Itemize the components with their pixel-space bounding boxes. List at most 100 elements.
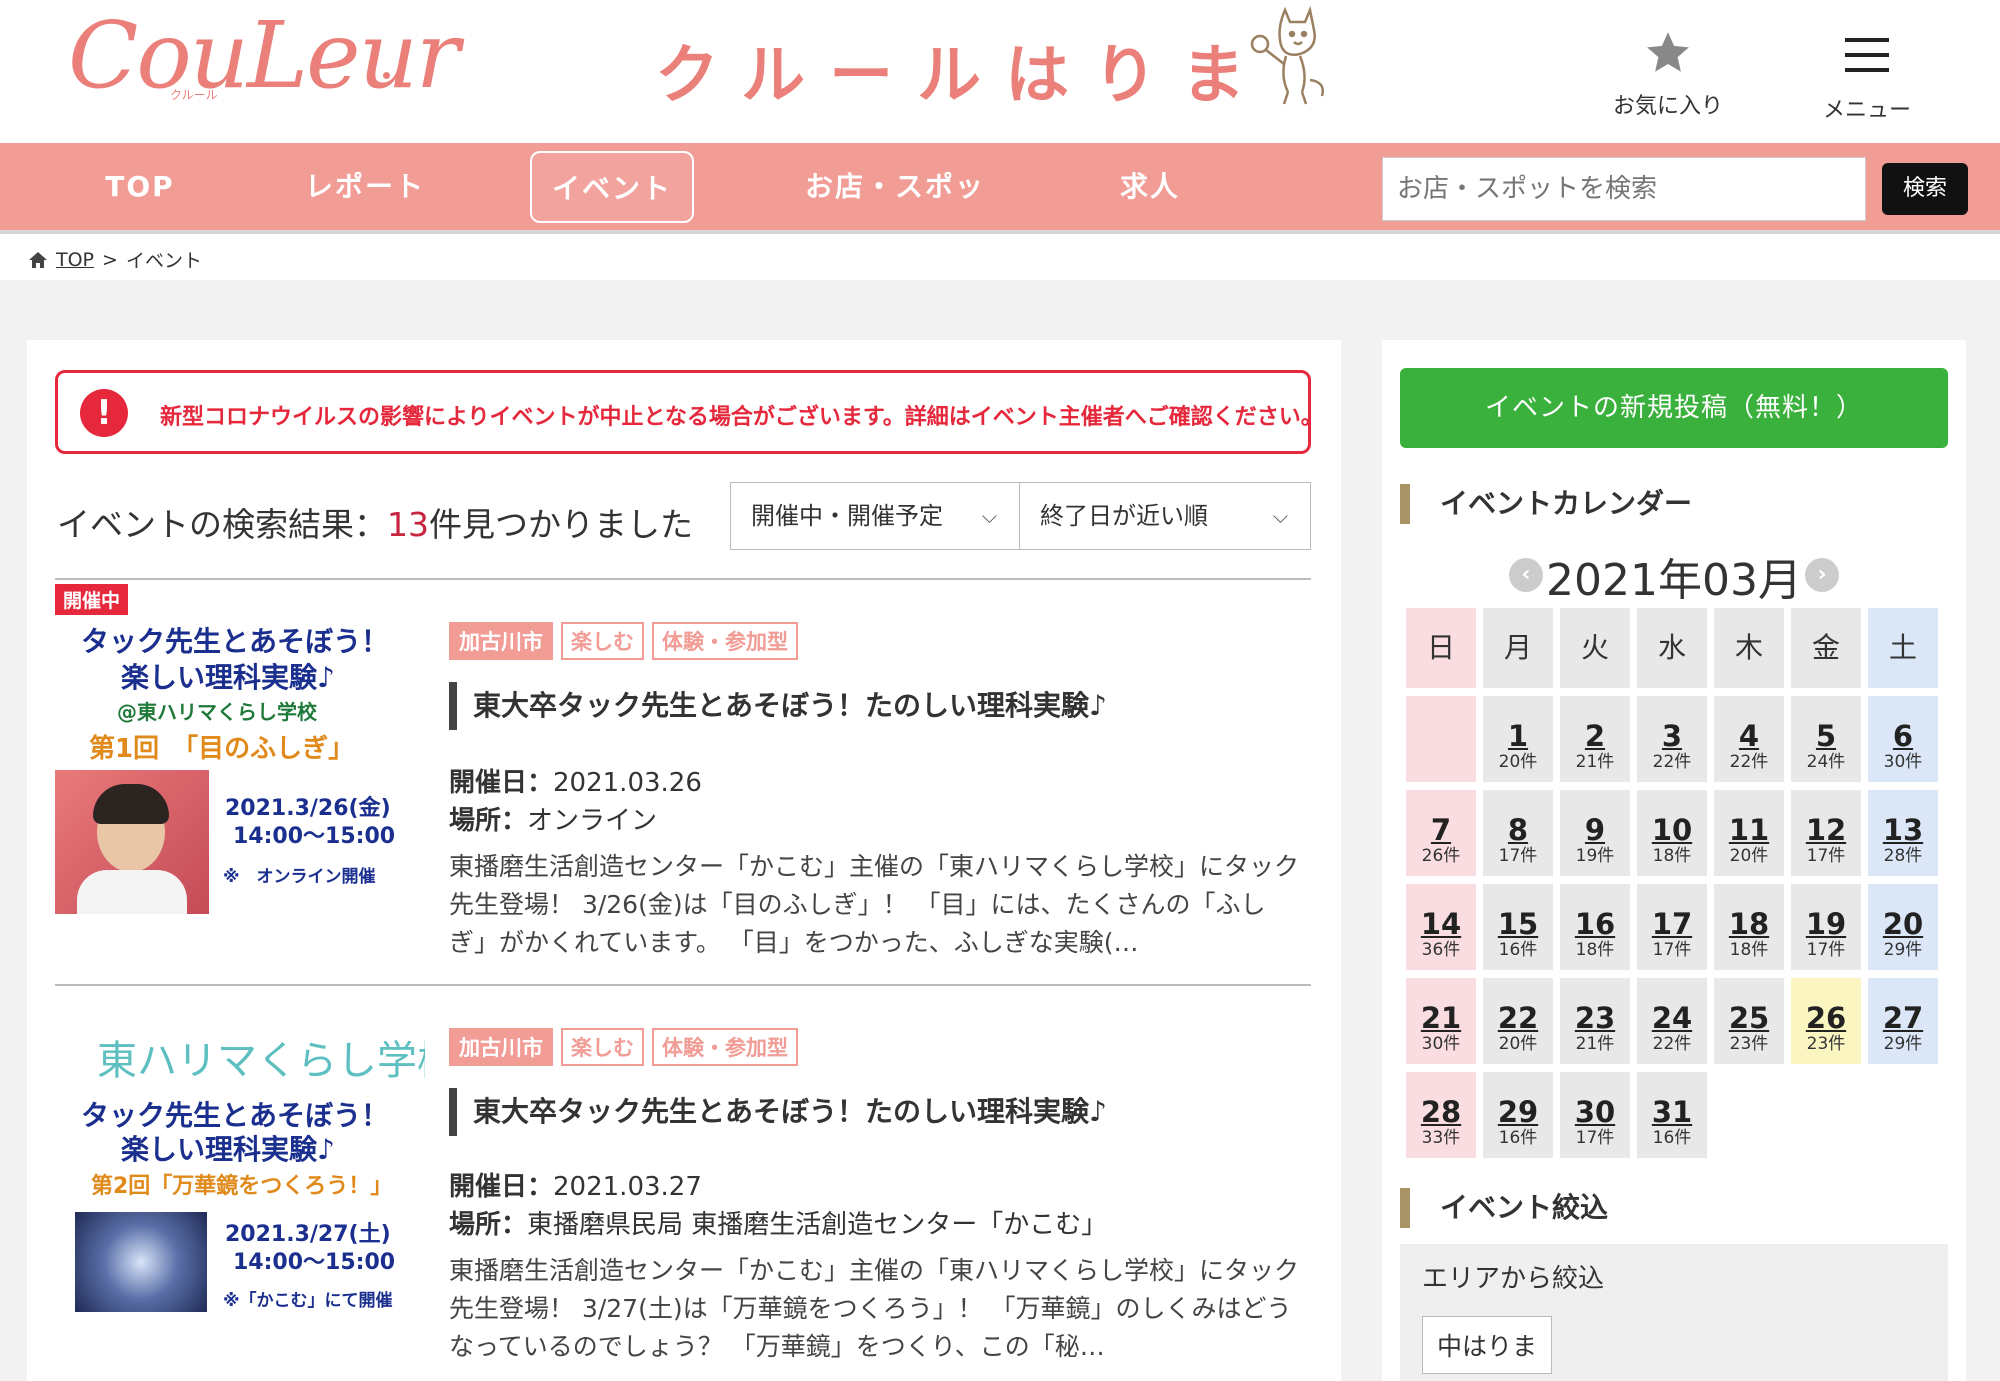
new-event-post-button[interactable]: イベントの新規投稿（無料！） bbox=[1400, 368, 1948, 448]
calendar-event-count: 20件 bbox=[1498, 1034, 1538, 1054]
tag-type[interactable]: 体験・参加型 bbox=[652, 1028, 798, 1066]
calendar-day-number[interactable]: 10 bbox=[1637, 814, 1707, 846]
calendar-day-number[interactable]: 5 bbox=[1791, 720, 1861, 752]
calendar-day-number[interactable]: 8 bbox=[1483, 814, 1553, 846]
calendar-day-number[interactable]: 19 bbox=[1791, 908, 1861, 940]
nav-item-jobs[interactable]: 求人 bbox=[1110, 151, 1190, 223]
calendar-day-number[interactable]: 21 bbox=[1406, 1002, 1476, 1034]
event-card[interactable]: 東ハリマくらし学校 タック先生とあそぼう！ 楽しい理科実験♪ 第2回「万華鏡をつ… bbox=[55, 990, 1311, 1370]
calendar-day-cell[interactable]: 25 23件 bbox=[1714, 978, 1784, 1064]
calendar-day-cell[interactable]: 30 17件 bbox=[1560, 1072, 1630, 1158]
calendar-day-number[interactable]: 13 bbox=[1868, 814, 1938, 846]
search-input[interactable] bbox=[1382, 157, 1866, 221]
calendar-day-cell[interactable]: 24 22件 bbox=[1637, 978, 1707, 1064]
calendar-day-cell[interactable]: 23 21件 bbox=[1560, 978, 1630, 1064]
calendar-day-number[interactable]: 22 bbox=[1483, 1002, 1553, 1034]
calendar-day-cell[interactable]: 15 16件 bbox=[1483, 884, 1553, 970]
calendar-day-cell[interactable]: 1 20件 bbox=[1483, 696, 1553, 782]
calendar-day-cell[interactable]: 11 20件 bbox=[1714, 790, 1784, 876]
calendar-day-number[interactable]: 20 bbox=[1868, 908, 1938, 940]
event-title[interactable]: 東大卒タック先生とあそぼう！たのしい理科実験♪ bbox=[449, 682, 1107, 730]
calendar-day-number[interactable]: 25 bbox=[1714, 1002, 1784, 1034]
calendar-day-cell[interactable]: 18 18件 bbox=[1714, 884, 1784, 970]
nav-item-shop-spot[interactable]: お店・スポット bbox=[795, 151, 995, 275]
next-month-arrow-icon[interactable]: › bbox=[1805, 558, 1839, 592]
calendar-day-cell[interactable]: 19 17件 bbox=[1791, 884, 1861, 970]
calendar-day-number[interactable]: 11 bbox=[1714, 814, 1784, 846]
calendar-day-number[interactable]: 28 bbox=[1406, 1096, 1476, 1128]
calendar-day-number[interactable]: 17 bbox=[1637, 908, 1707, 940]
area-filter-chip[interactable]: 中はりま bbox=[1422, 1316, 1553, 1374]
status-filter-select[interactable]: 開催中・開催予定 ⌵ bbox=[730, 482, 1020, 550]
calendar-day-number[interactable]: 3 bbox=[1637, 720, 1707, 752]
breadcrumb-home-link[interactable]: TOP bbox=[56, 249, 94, 271]
nav-item-event[interactable]: イベント bbox=[530, 151, 694, 223]
calendar-day-cell[interactable]: 8 17件 bbox=[1483, 790, 1553, 876]
nav-item-report[interactable]: レポート bbox=[300, 151, 430, 223]
menu-button[interactable]: メニュー bbox=[1812, 36, 1922, 124]
nav-item-top[interactable]: TOP bbox=[90, 151, 190, 223]
calendar-day-number[interactable]: 30 bbox=[1560, 1096, 1630, 1128]
calendar-event-count: 17件 bbox=[1806, 940, 1846, 960]
calendar-day-number[interactable]: 18 bbox=[1714, 908, 1784, 940]
teacher-photo bbox=[55, 770, 209, 914]
calendar-day-cell[interactable]: 9 19件 bbox=[1560, 790, 1630, 876]
calendar-day-cell[interactable]: 31 16件 bbox=[1637, 1072, 1707, 1158]
event-thumbnail[interactable]: 東ハリマくらし学校 タック先生とあそぼう！ 楽しい理科実験♪ 第2回「万華鏡をつ… bbox=[55, 990, 425, 1320]
calendar-day-number[interactable]: 14 bbox=[1406, 908, 1476, 940]
calendar-day-number[interactable]: 9 bbox=[1560, 814, 1630, 846]
search-button[interactable]: 検索 bbox=[1882, 163, 1968, 215]
calendar-day-number[interactable]: 24 bbox=[1637, 1002, 1707, 1034]
calendar-day-cell[interactable]: 29 16件 bbox=[1483, 1072, 1553, 1158]
tag-category[interactable]: 楽しむ bbox=[561, 622, 644, 660]
calendar-day-cell[interactable]: 22 20件 bbox=[1483, 978, 1553, 1064]
tag-area[interactable]: 加古川市 bbox=[449, 622, 553, 660]
calendar-day-cell[interactable]: 6 30件 bbox=[1868, 696, 1938, 782]
calendar-day-number[interactable]: 29 bbox=[1483, 1096, 1553, 1128]
calendar-day-number[interactable]: 4 bbox=[1714, 720, 1784, 752]
calendar-event-count: 18件 bbox=[1652, 846, 1692, 866]
tag-category[interactable]: 楽しむ bbox=[561, 1028, 644, 1066]
calendar-event-count: 22件 bbox=[1652, 752, 1692, 772]
calendar-day-number[interactable]: 23 bbox=[1560, 1002, 1630, 1034]
calendar-event-count: 22件 bbox=[1652, 1034, 1692, 1054]
calendar-day-number[interactable]: 6 bbox=[1868, 720, 1938, 752]
calendar-day-cell[interactable]: 5 24件 bbox=[1791, 696, 1861, 782]
calendar-day-cell[interactable]: 12 17件 bbox=[1791, 790, 1861, 876]
calendar-day-cell[interactable]: 20 29件 bbox=[1868, 884, 1938, 970]
calendar-day-number[interactable]: 15 bbox=[1483, 908, 1553, 940]
calendar-day-cell[interactable]: 7 26件 bbox=[1406, 790, 1476, 876]
favorites-button[interactable]: お気に入り bbox=[1608, 28, 1728, 120]
calendar-day-number[interactable]: 7 bbox=[1406, 814, 1476, 846]
calendar-day-cell[interactable]: 13 28件 bbox=[1868, 790, 1938, 876]
calendar-day-cell[interactable]: 21 30件 bbox=[1406, 978, 1476, 1064]
sort-order-select[interactable]: 終了日が近い順 ⌵ bbox=[1019, 482, 1311, 550]
tag-type[interactable]: 体験・参加型 bbox=[652, 622, 798, 660]
thumb-text: 楽しい理科実験♪ bbox=[121, 661, 335, 694]
event-title[interactable]: 東大卒タック先生とあそぼう！たのしい理科実験♪ bbox=[449, 1088, 1107, 1136]
calendar-day-number[interactable]: 12 bbox=[1791, 814, 1861, 846]
calendar-day-cell[interactable]: 26 23件 bbox=[1791, 978, 1861, 1064]
calendar-day-number[interactable]: 31 bbox=[1637, 1096, 1707, 1128]
calendar-day-number[interactable]: 1 bbox=[1483, 720, 1553, 752]
calendar-day-number[interactable]: 16 bbox=[1560, 908, 1630, 940]
calendar-day-cell[interactable]: 10 18件 bbox=[1637, 790, 1707, 876]
calendar-day-cell[interactable]: 3 22件 bbox=[1637, 696, 1707, 782]
tag-area[interactable]: 加古川市 bbox=[449, 1028, 553, 1066]
calendar-day-cell[interactable]: 28 33件 bbox=[1406, 1072, 1476, 1158]
calendar-day-cell[interactable]: 4 22件 bbox=[1714, 696, 1784, 782]
calendar-day-cell[interactable]: 14 36件 bbox=[1406, 884, 1476, 970]
calendar-day-cell[interactable]: 17 17件 bbox=[1637, 884, 1707, 970]
calendar-event-count: 19件 bbox=[1575, 846, 1615, 866]
calendar-day-number[interactable]: 2 bbox=[1560, 720, 1630, 752]
thumb-text: ※「かこむ」にて開催 bbox=[223, 1291, 393, 1311]
calendar-day-cell[interactable]: 27 29件 bbox=[1868, 978, 1938, 1064]
calendar-day-cell[interactable]: 2 21件 bbox=[1560, 696, 1630, 782]
calendar-day-number[interactable]: 27 bbox=[1868, 1002, 1938, 1034]
event-card[interactable]: タック先生とあそぼう！ 楽しい理科実験♪ @東ハリマくらし学校 第1回 「目のふ… bbox=[55, 584, 1311, 964]
event-thumbnail[interactable]: タック先生とあそぼう！ 楽しい理科実験♪ @東ハリマくらし学校 第1回 「目のふ… bbox=[55, 584, 425, 914]
calendar-day-number[interactable]: 26 bbox=[1791, 1002, 1861, 1034]
calendar-day-cell[interactable]: 16 18件 bbox=[1560, 884, 1630, 970]
thumb-text: 第2回「万華鏡をつくろう！」 bbox=[91, 1174, 393, 1199]
site-logo[interactable]: CouLeur クルール bbox=[68, 2, 460, 112]
